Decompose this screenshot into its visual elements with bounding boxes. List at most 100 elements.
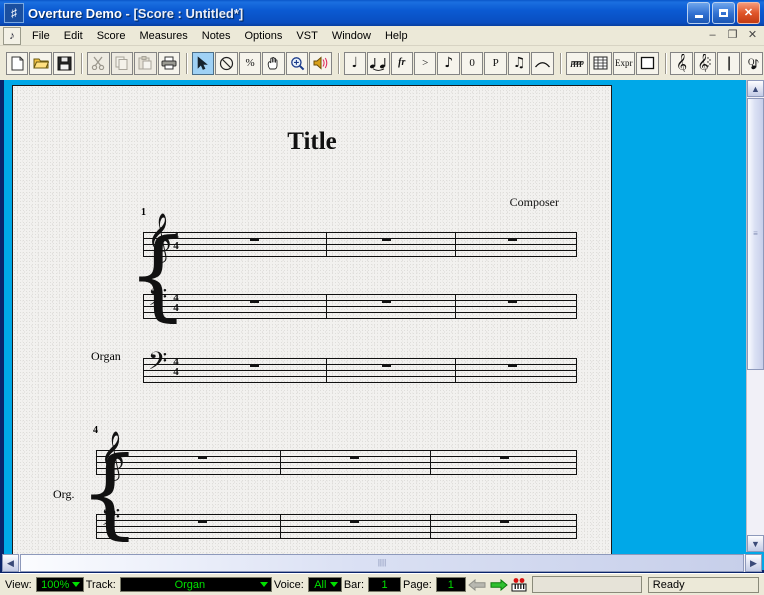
mdi-restore-button[interactable]: ❐: [726, 29, 739, 42]
time-signature[interactable]: 44: [170, 357, 182, 378]
barline[interactable]: [326, 232, 327, 257]
menu-item-options[interactable]: Options: [238, 28, 290, 44]
barline[interactable]: [576, 450, 577, 475]
staff-treble-2[interactable]: 𝄞: [96, 434, 577, 476]
staff-treble-1[interactable]: 𝄞 44: [143, 216, 577, 258]
maximize-button[interactable]: [712, 2, 735, 24]
bar-field[interactable]: 1: [368, 577, 402, 592]
voice-dropdown[interactable]: All: [307, 577, 342, 592]
next-page-button[interactable]: [487, 576, 510, 593]
mdi-close-button[interactable]: ✕: [746, 29, 759, 42]
erase-tool[interactable]: [215, 51, 238, 75]
barline[interactable]: [280, 514, 281, 539]
quantize-note-tool[interactable]: Q: [740, 51, 764, 75]
barline[interactable]: [576, 514, 577, 539]
whole-rest[interactable]: [250, 238, 259, 241]
grace-note-tool[interactable]: ♪: [437, 51, 460, 75]
staff-pedal-1[interactable]: 𝄢 44: [143, 350, 577, 383]
whole-rest[interactable]: [350, 456, 359, 459]
mdi-minimize-button[interactable]: –: [706, 29, 719, 42]
paste-button[interactable]: [134, 51, 157, 75]
print-button[interactable]: [157, 51, 181, 75]
staff-sheet-tool[interactable]: [589, 51, 612, 75]
speaker-tool[interactable]: [309, 51, 332, 75]
whole-rest[interactable]: [508, 364, 517, 367]
staff-bass-1[interactable]: 𝄢 44: [143, 286, 577, 319]
menu-item-window[interactable]: Window: [325, 28, 378, 44]
score-title[interactable]: Title: [13, 128, 611, 156]
new-document-button[interactable]: [6, 51, 29, 75]
menu-item-file[interactable]: File: [25, 28, 57, 44]
prev-page-button[interactable]: [465, 576, 488, 593]
zoom-tool[interactable]: [285, 51, 309, 75]
barline[interactable]: [280, 450, 281, 475]
score-composer[interactable]: Composer: [510, 195, 559, 210]
document-score-icon[interactable]: ♪: [3, 26, 21, 45]
whole-rest[interactable]: [508, 238, 517, 241]
barline[interactable]: [455, 232, 456, 257]
vertical-scrollbar-thumb[interactable]: ≡: [747, 98, 764, 370]
whole-rest[interactable]: [250, 300, 259, 303]
whole-rest[interactable]: [250, 364, 259, 367]
time-signature[interactable]: 44: [170, 231, 182, 252]
whole-rest[interactable]: [500, 456, 509, 459]
copy-button[interactable]: [110, 51, 134, 75]
vertical-scrollbar[interactable]: ▲ ≡ ▼: [746, 80, 764, 552]
time-signature[interactable]: 44: [170, 293, 182, 314]
view-zoom-dropdown[interactable]: 100%: [35, 577, 84, 592]
barline[interactable]: [576, 232, 577, 257]
barline[interactable]: [576, 358, 577, 383]
whole-rest[interactable]: [382, 238, 391, 241]
whole-rest[interactable]: [198, 456, 207, 459]
note-duration-tool[interactable]: ♩: [343, 51, 367, 75]
hand-tool[interactable]: [262, 51, 285, 75]
whole-rest[interactable]: [382, 300, 391, 303]
scroll-left-button[interactable]: ◀: [2, 554, 19, 572]
scroll-down-button[interactable]: ▼: [747, 535, 764, 552]
tie-tool[interactable]: [367, 51, 390, 75]
select-arrow-tool[interactable]: [191, 51, 215, 75]
beam-tool[interactable]: ♫: [507, 51, 531, 75]
cut-button[interactable]: [87, 51, 110, 75]
horizontal-scrollbar-thumb[interactable]: ||||: [20, 554, 744, 572]
percent-tool[interactable]: %: [238, 51, 262, 75]
menu-item-score[interactable]: Score: [90, 28, 133, 44]
scroll-right-button[interactable]: ▶: [745, 554, 762, 572]
minimize-button[interactable]: [687, 2, 710, 24]
barline[interactable]: [455, 358, 456, 383]
barline[interactable]: [430, 514, 431, 539]
save-button[interactable]: [52, 51, 76, 75]
accent-tool[interactable]: >: [413, 51, 437, 75]
whole-rest[interactable]: [350, 520, 359, 523]
barline[interactable]: [326, 358, 327, 383]
clef-dotted-tool[interactable]: 𝄞: [693, 51, 717, 75]
fingering-tool[interactable]: 0: [460, 51, 484, 75]
barline-tool[interactable]: [717, 51, 740, 75]
menu-item-measures[interactable]: Measures: [132, 28, 194, 44]
barline[interactable]: [326, 294, 327, 319]
instrument-label-organ[interactable]: Organ: [91, 349, 121, 364]
score-page[interactable]: Title Composer 1 Organ { 𝄞 44 𝄢 4 4 𝄢 4 …: [12, 85, 612, 565]
pedal-tool[interactable]: P: [484, 51, 507, 75]
whole-rest[interactable]: [508, 300, 517, 303]
piano-keys-icon[interactable]: [510, 577, 528, 592]
slur-tool[interactable]: [531, 51, 554, 75]
page-field[interactable]: 1: [435, 577, 466, 592]
whole-rest[interactable]: [382, 364, 391, 367]
open-folder-button[interactable]: [29, 51, 52, 75]
staff-bass-2[interactable]: 𝄢: [96, 506, 577, 539]
menu-item-edit[interactable]: Edit: [57, 28, 90, 44]
treble-clef-tool[interactable]: 𝄞: [670, 51, 693, 75]
box-tool[interactable]: [636, 51, 659, 75]
whole-rest[interactable]: [500, 520, 509, 523]
expression-tool[interactable]: Expr: [612, 51, 636, 75]
dynamics-tool[interactable]: pppp: [565, 51, 589, 75]
horizontal-scrollbar[interactable]: ◀ |||| ▶: [2, 554, 762, 572]
barline[interactable]: [455, 294, 456, 319]
close-button[interactable]: ✕: [737, 2, 760, 24]
track-dropdown[interactable]: Organ: [119, 577, 272, 592]
trill-tool[interactable]: fr: [390, 51, 413, 75]
scroll-up-button[interactable]: ▲: [747, 80, 764, 97]
barline[interactable]: [576, 294, 577, 319]
whole-rest[interactable]: [198, 520, 207, 523]
